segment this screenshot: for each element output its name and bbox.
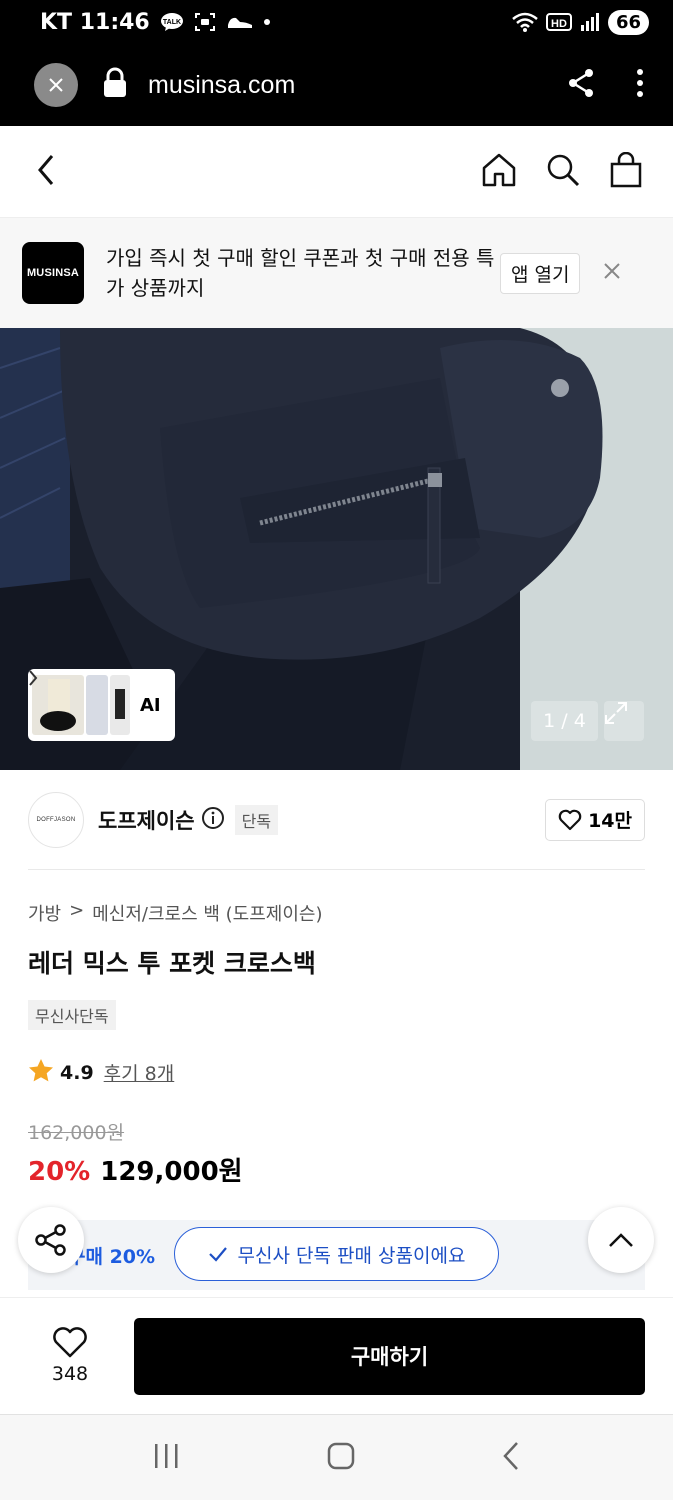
ai-thumb-1 xyxy=(32,675,84,735)
shoe-icon xyxy=(226,13,254,31)
home-icon[interactable] xyxy=(481,152,517,192)
url-text[interactable]: musinsa.com xyxy=(148,71,295,100)
rating-value: 4.9 xyxy=(60,1061,94,1084)
brand-row: DOFFJASON 도프제이슨 단독 14만 xyxy=(28,770,645,870)
toast-text: 무신사 단독 판매 상품이에요 xyxy=(237,1244,466,1267)
more-menu-icon[interactable] xyxy=(637,68,643,102)
breadcrumb-item[interactable]: 가방 xyxy=(28,900,61,926)
search-icon[interactable] xyxy=(545,152,581,192)
musinsa-exclusive-tag: 무신사단독 xyxy=(28,1000,116,1030)
browser-url-bar: musinsa.com xyxy=(0,44,673,126)
app-header xyxy=(0,126,673,218)
image-pager: 1 / 4 xyxy=(531,701,598,741)
ai-thumb-3 xyxy=(110,675,130,735)
share-icon[interactable] xyxy=(567,68,595,102)
brand-like-button[interactable]: 14만 xyxy=(545,798,645,841)
recent-apps-icon[interactable] xyxy=(152,1442,182,1474)
lock-icon xyxy=(102,67,128,103)
wifi-icon xyxy=(512,12,538,32)
banner-close-icon[interactable] xyxy=(604,263,621,283)
check-icon xyxy=(208,1247,227,1262)
ai-label: AI xyxy=(140,694,161,716)
sale-price: 129,000원 xyxy=(100,1157,243,1187)
open-app-button[interactable]: 앱 열기 xyxy=(500,252,581,294)
hd-label: HD xyxy=(551,18,567,30)
breadcrumb-separator: > xyxy=(69,900,85,921)
brand-logo[interactable]: DOFFJASON xyxy=(28,791,84,848)
discount-rate: 20% xyxy=(28,1157,91,1187)
status-bar: KT 11:46 TALK HD 66 xyxy=(0,0,673,44)
expand-image-button[interactable] xyxy=(604,701,644,741)
exclusive-badge: 단독 xyxy=(234,804,279,835)
home-nav-icon[interactable] xyxy=(326,1441,356,1475)
close-icon xyxy=(49,78,63,92)
back-icon[interactable] xyxy=(36,154,56,190)
exclusive-toast: 무신사 단독 판매 상품이에요 xyxy=(174,1227,499,1281)
banner-text: 가입 즉시 첫 구매 할인 쿠폰과 첫 구매 전용 특가 상품까지 xyxy=(106,246,495,300)
original-price: 162,000원 xyxy=(28,1122,125,1144)
expand-icon xyxy=(605,702,627,724)
chevron-up-icon xyxy=(609,1233,633,1247)
heart-icon xyxy=(558,809,582,830)
signal-icon xyxy=(580,13,600,31)
battery-indicator: 66 xyxy=(607,9,649,35)
breadcrumb: 가방 > 메신저/크로스 백 (도프제이슨) xyxy=(28,900,323,926)
brand-name[interactable]: 도프제이슨 xyxy=(98,805,195,835)
price-row: 20% 129,000원 xyxy=(28,1151,243,1188)
android-nav-bar xyxy=(0,1414,673,1500)
scroll-top-button[interactable] xyxy=(588,1207,654,1273)
ai-thumbnails xyxy=(32,673,130,737)
screenshot-icon xyxy=(194,12,216,32)
brand-like-count: 14만 xyxy=(588,810,632,832)
info-icon[interactable] xyxy=(201,806,225,834)
talk-icon: TALK xyxy=(160,12,184,32)
hd-icon: HD xyxy=(545,12,572,32)
share-icon xyxy=(35,1224,66,1256)
back-nav-icon[interactable] xyxy=(501,1441,521,1475)
wishlist-count: 348 xyxy=(51,1363,89,1385)
product-image-carousel[interactable]: AI 1 / 4 xyxy=(0,328,673,770)
review-link[interactable]: 후기 8개 xyxy=(104,1059,175,1086)
musinsa-logo: MUSINSA xyxy=(22,242,84,304)
star-icon xyxy=(28,1058,54,1087)
floating-share-button[interactable] xyxy=(18,1207,84,1273)
talk-label: TALK xyxy=(163,19,181,26)
product-title: 레더 믹스 투 포켓 크로스백 xyxy=(28,949,316,978)
heart-icon xyxy=(53,1327,87,1358)
notification-dot xyxy=(263,19,270,25)
ai-thumb-2 xyxy=(86,675,108,735)
purchase-bar: 348 구매하기 xyxy=(0,1297,673,1414)
rating-row: 4.9 후기 8개 xyxy=(28,1058,174,1087)
buy-button[interactable]: 구매하기 xyxy=(134,1317,645,1395)
app-install-banner: MUSINSA 가입 즉시 첫 구매 할인 쿠폰과 첫 구매 전용 특가 상품까… xyxy=(0,218,673,328)
status-carrier-time: KT 11:46 xyxy=(40,9,150,35)
shopping-bag-icon[interactable] xyxy=(609,151,643,192)
wishlist-button[interactable]: 348 xyxy=(28,1327,112,1385)
close-tab-button[interactable] xyxy=(34,63,78,107)
breadcrumb-item[interactable]: 메신저/크로스 백 (도프제이슨) xyxy=(92,900,322,926)
ai-recommend-chip[interactable]: AI xyxy=(28,669,175,741)
